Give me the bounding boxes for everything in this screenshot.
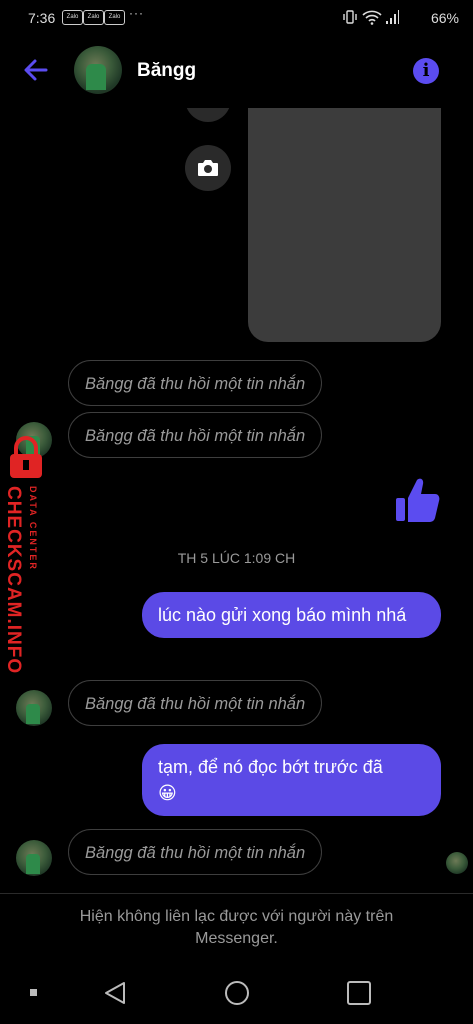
wifi-icon xyxy=(362,10,382,25)
watermark-brand: CHECKSCAM.INFO xyxy=(3,486,24,675)
zalo-notification-icon: Zalo xyxy=(62,10,83,25)
signal-icon xyxy=(386,10,399,24)
recalled-message: Băngg đã thu hồi một tin nhắn xyxy=(68,360,323,406)
recalled-message: Băngg đã thu hồi một tin nhắn xyxy=(68,829,323,875)
avatar[interactable] xyxy=(16,690,52,726)
contact-name[interactable]: Băngg xyxy=(137,60,196,82)
grinning-emoji-icon: 😀 xyxy=(158,783,177,803)
sent-message[interactable]: lúc nào gửi xong báo mình nhá xyxy=(142,592,441,638)
overflow-notification-icon: ··· xyxy=(129,6,144,20)
recalled-message: Băngg đã thu hồi một tin nhắn xyxy=(68,680,323,726)
sent-message[interactable]: tạm, để nó đọc bớt trước đã 😀 xyxy=(142,744,441,816)
sent-message-text: tạm, để nó đọc bớt trước đã xyxy=(158,757,383,777)
watermark-tagline: DATA CENTER xyxy=(28,486,38,571)
nav-recents-icon[interactable] xyxy=(344,978,374,1008)
system-nav-bar xyxy=(0,962,473,1024)
conversation-header: Băngg i xyxy=(0,34,473,108)
unavailable-notice: Hiện không liên lạc được với người này t… xyxy=(79,908,394,947)
battery-level: 66% xyxy=(430,10,459,26)
status-bar: 7:36 Zalo Zalo Zalo ··· 66% xyxy=(0,0,473,34)
recalled-message: Băngg đã thu hồi một tin nhắn xyxy=(68,412,323,458)
media-attachment[interactable] xyxy=(248,108,441,342)
watermark: CHECKSCAM.INFO DATA CENTER xyxy=(2,436,48,674)
nav-dot-icon xyxy=(30,989,37,996)
avatar[interactable] xyxy=(74,46,122,94)
vibrate-icon xyxy=(343,10,357,24)
status-time: 7:36 xyxy=(28,10,56,26)
avatar[interactable] xyxy=(16,840,52,876)
camera-icon xyxy=(198,160,218,176)
info-icon[interactable]: i xyxy=(413,58,439,84)
camera-button[interactable] xyxy=(185,145,231,191)
nav-back-icon[interactable] xyxy=(100,978,130,1008)
zalo-notification-icon: Zalo xyxy=(104,10,125,25)
zalo-notification-icon: Zalo xyxy=(83,10,104,25)
timestamp: TH 5 LÚC 1:09 CH xyxy=(177,550,296,566)
divider xyxy=(0,893,473,894)
thumbs-up-icon[interactable] xyxy=(393,474,441,524)
nav-home-icon[interactable] xyxy=(222,978,252,1008)
seen-receipt-avatar xyxy=(446,852,468,874)
arrow-left-icon[interactable] xyxy=(22,56,50,84)
lock-logo-icon xyxy=(10,436,42,478)
